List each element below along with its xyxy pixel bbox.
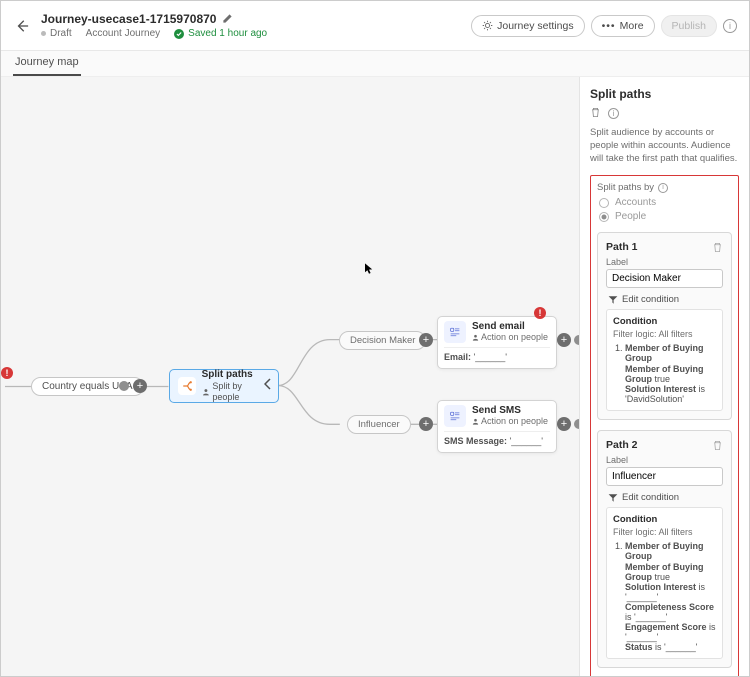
journey-settings-button[interactable]: Journey settings bbox=[471, 15, 584, 37]
edit-condition-button[interactable]: Edit condition bbox=[608, 294, 723, 305]
action-title: Send SMS bbox=[472, 405, 548, 416]
action-icon bbox=[444, 405, 466, 427]
saved-status: Saved 1 hour ago bbox=[174, 28, 267, 39]
more-button[interactable]: ••• More bbox=[591, 15, 655, 37]
status-draft: Draft bbox=[41, 28, 72, 39]
branch-label-influencer[interactable]: Influencer bbox=[347, 415, 411, 434]
canvas[interactable]: ! Country equals USA + Split paths Split… bbox=[1, 77, 579, 676]
path-label-input[interactable] bbox=[606, 269, 723, 288]
journey-type: Account Journey bbox=[86, 28, 161, 39]
tab-journey-map[interactable]: Journey map bbox=[13, 50, 81, 76]
split-node-title: Split paths bbox=[202, 369, 253, 380]
top-bar: Journey-usecase1-1715970870 Draft Accoun… bbox=[1, 1, 749, 51]
path-card-2: Path 2 Label Edit condition Condition Fi… bbox=[597, 430, 732, 668]
filter-logic: Filter logic: All filters bbox=[613, 329, 716, 339]
cond-line: Solution Interest is '______' bbox=[625, 582, 716, 602]
action-detail: Email: '______' bbox=[444, 347, 550, 362]
terminal-dot bbox=[574, 419, 579, 429]
condition-title: Condition bbox=[613, 514, 716, 525]
journey-title: Journey-usecase1-1715970870 bbox=[41, 12, 216, 26]
terminal-dot bbox=[574, 335, 579, 345]
cond-line: Member of Buying Group bbox=[625, 541, 704, 561]
condition-box: Condition Filter logic: All filters Memb… bbox=[606, 507, 723, 659]
send-email-node[interactable]: Send email Action on people Email: '____… bbox=[437, 316, 557, 369]
add-step-button[interactable]: + bbox=[557, 333, 571, 347]
mouse-cursor bbox=[365, 263, 373, 275]
send-sms-node[interactable]: Send SMS Action on people SMS Message: '… bbox=[437, 400, 557, 453]
delete-path-icon[interactable] bbox=[712, 242, 723, 253]
cond-line: Solution Interest is 'DavidSolution' bbox=[625, 384, 716, 404]
action-subtitle: Action on people bbox=[472, 416, 548, 426]
panel-title: Split paths bbox=[590, 87, 739, 101]
delete-icon[interactable] bbox=[590, 107, 602, 119]
cond-line: Engagement Score is '______' bbox=[625, 622, 716, 642]
error-badge: ! bbox=[534, 307, 546, 319]
path-label-input[interactable] bbox=[606, 467, 723, 486]
label-caption: Label bbox=[606, 455, 723, 465]
action-subtitle: Action on people bbox=[472, 332, 548, 342]
action-detail: SMS Message: '______' bbox=[444, 431, 550, 446]
label-caption: Label bbox=[606, 257, 723, 267]
branch-label-decision-maker[interactable]: Decision Maker bbox=[339, 331, 426, 350]
add-step-button[interactable]: + bbox=[557, 417, 571, 431]
back-button[interactable] bbox=[13, 17, 31, 35]
config-highlight-box: Split paths by i Accounts People Path 1 … bbox=[590, 175, 739, 676]
main: ! Country equals USA + Split paths Split… bbox=[1, 77, 749, 676]
info-icon[interactable]: i bbox=[608, 108, 619, 119]
radio-accounts[interactable]: Accounts bbox=[599, 197, 732, 208]
condition-title: Condition bbox=[613, 316, 716, 327]
split-icon bbox=[178, 377, 196, 395]
info-icon[interactable]: i bbox=[658, 183, 668, 193]
path-card-1: Path 1 Label Edit condition Condition Fi… bbox=[597, 232, 732, 420]
add-step-button[interactable]: + bbox=[419, 333, 433, 347]
info-icon[interactable]: i bbox=[723, 19, 737, 33]
filter-logic: Filter logic: All filters bbox=[613, 527, 716, 537]
path-title: Path 1 bbox=[606, 241, 638, 253]
cond-line: Completeness Score is '______' bbox=[625, 602, 716, 622]
collapse-icon[interactable] bbox=[264, 378, 272, 390]
condition-box: Condition Filter logic: All filters Memb… bbox=[606, 309, 723, 411]
edit-condition-button[interactable]: Edit condition bbox=[608, 492, 723, 503]
tabs: Journey map bbox=[1, 51, 749, 77]
split-paths-node[interactable]: Split paths Split by people bbox=[169, 369, 279, 403]
cond-line: Member of Buying Group true bbox=[625, 364, 716, 384]
cond-line: Member of Buying Group true bbox=[625, 562, 716, 582]
action-title: Send email bbox=[472, 321, 548, 332]
edit-title-icon[interactable] bbox=[222, 13, 234, 25]
connector-dot bbox=[119, 381, 129, 391]
radio-people[interactable]: People bbox=[599, 211, 732, 222]
error-badge-start: ! bbox=[1, 367, 13, 379]
cond-line: Member of Buying Group bbox=[625, 343, 704, 363]
action-icon bbox=[444, 321, 466, 343]
publish-button: Publish bbox=[661, 15, 717, 37]
panel-description: Split audience by accounts or people wit… bbox=[590, 127, 739, 165]
properties-panel: Split paths i Split audience by accounts… bbox=[579, 77, 749, 676]
path-title: Path 2 bbox=[606, 439, 638, 451]
split-node-subtitle: Split by people bbox=[202, 381, 270, 403]
add-step-button[interactable]: + bbox=[419, 417, 433, 431]
add-step-button[interactable]: + bbox=[133, 379, 147, 393]
split-by-label: Split paths by i bbox=[597, 182, 732, 193]
delete-path-icon[interactable] bbox=[712, 440, 723, 451]
cond-line: Status is '______' bbox=[625, 642, 716, 652]
